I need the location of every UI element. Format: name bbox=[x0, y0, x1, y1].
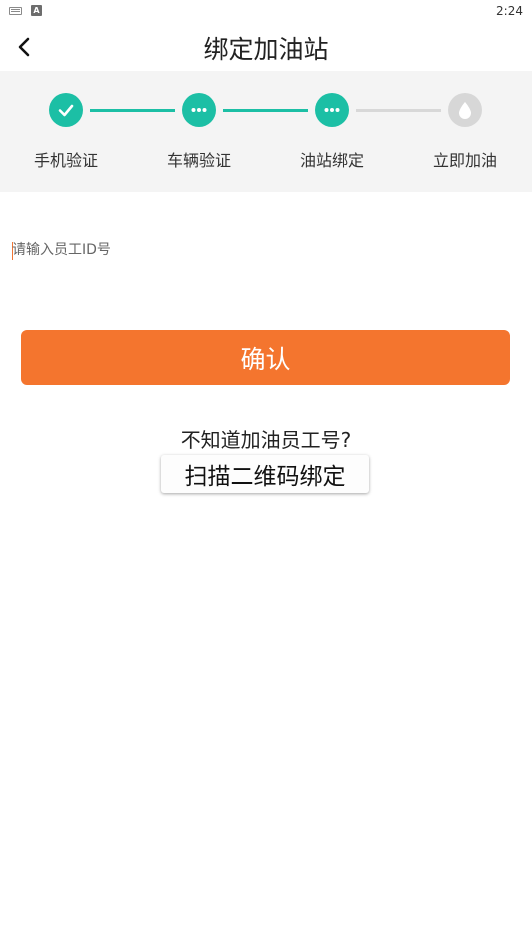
more-dots-icon bbox=[191, 108, 207, 112]
step-circle bbox=[448, 93, 482, 127]
step-circle bbox=[182, 93, 216, 127]
title-bar: 绑定加油站 bbox=[0, 24, 532, 71]
water-drop-icon bbox=[459, 102, 471, 119]
step-circle bbox=[49, 93, 83, 127]
page-title: 绑定加油站 bbox=[203, 35, 329, 64]
check-icon bbox=[58, 104, 74, 117]
step-refuel-now: 立即加油 bbox=[405, 71, 525, 192]
step-label: 手机验证 bbox=[33, 151, 98, 170]
step-label: 立即加油 bbox=[432, 151, 497, 170]
employee-id-field bbox=[0, 220, 532, 280]
progress-stepper: 手机验证 车辆验证 油站绑定 立即加油 bbox=[0, 71, 532, 192]
status-bar: A 2:24 bbox=[0, 0, 532, 24]
step-label: 油站绑定 bbox=[299, 151, 364, 170]
step-phone-verify: 手机验证 bbox=[6, 71, 126, 192]
more-dots-icon bbox=[324, 108, 340, 112]
step-station-bind: 油站绑定 bbox=[272, 71, 392, 192]
confirm-button[interactable]: 确认 bbox=[21, 330, 510, 385]
status-time: 2:24 bbox=[496, 4, 523, 18]
step-vehicle-verify: 车辆验证 bbox=[139, 71, 259, 192]
keyboard-icon bbox=[9, 7, 22, 15]
hint-text: 不知道加油员工号? bbox=[180, 428, 352, 452]
employee-id-input[interactable] bbox=[12, 234, 512, 266]
step-label: 车辆验证 bbox=[166, 151, 231, 170]
notification-a-icon: A bbox=[31, 5, 42, 16]
scan-qr-bind-button[interactable]: 扫描二维码绑定 bbox=[161, 455, 369, 493]
step-circle bbox=[315, 93, 349, 127]
